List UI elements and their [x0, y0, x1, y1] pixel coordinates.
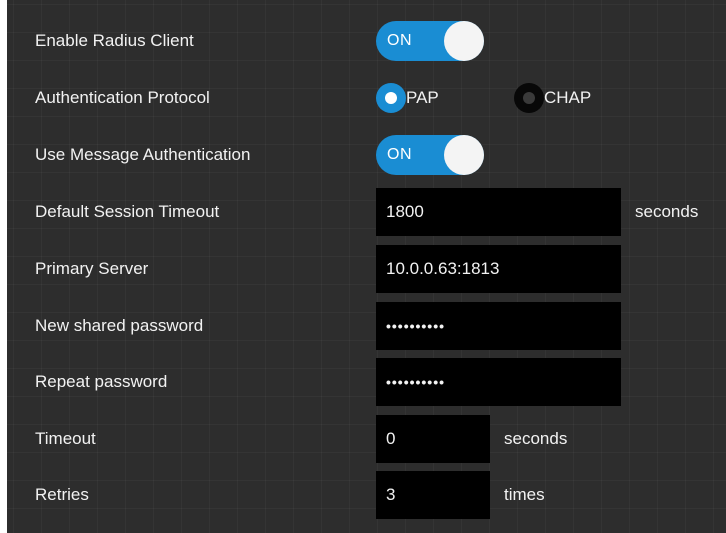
use-message-authentication-label: Use Message Authentication [35, 145, 251, 164]
enable-radius-client-row: Enable Radius Client ON [7, 19, 726, 63]
authentication-protocol-row: Authentication Protocol PAP CHAP [7, 76, 726, 120]
repeat-password-input[interactable] [376, 358, 621, 406]
default-session-timeout-input[interactable] [376, 188, 621, 236]
retries-input[interactable] [376, 471, 490, 519]
toggle-state-text: ON [387, 32, 412, 49]
toggle-state-text: ON [387, 146, 412, 163]
radio-chap-label: CHAP [544, 88, 592, 107]
repeat-password-label: Repeat password [35, 372, 168, 391]
enable-radius-client-toggle[interactable]: ON [376, 21, 484, 61]
timeout-label: Timeout [35, 429, 96, 448]
retries-unit: times [504, 485, 545, 504]
retries-row: Retries times [7, 471, 726, 519]
toggle-knob [444, 135, 484, 175]
new-shared-password-label: New shared password [35, 316, 204, 335]
timeout-row: Timeout seconds [7, 415, 726, 463]
authentication-protocol-label: Authentication Protocol [35, 88, 210, 107]
default-session-timeout-label: Default Session Timeout [35, 202, 220, 221]
primary-server-row: Primary Server [7, 245, 726, 293]
primary-server-label: Primary Server [35, 259, 149, 278]
radio-unselected-icon [514, 83, 544, 113]
repeat-password-row: Repeat password [7, 358, 726, 406]
radio-chap[interactable]: CHAP [514, 83, 614, 113]
radio-pap[interactable]: PAP [376, 83, 466, 113]
primary-server-input[interactable] [376, 245, 621, 293]
radio-pap-label: PAP [406, 88, 439, 107]
radio-selected-icon [376, 83, 406, 113]
timeout-unit: seconds [504, 429, 568, 448]
default-session-timeout-unit: seconds [635, 202, 699, 221]
radius-settings-panel: Enable Radius Client ON Authentication P… [7, 0, 726, 533]
timeout-input[interactable] [376, 415, 490, 463]
use-message-authentication-toggle[interactable]: ON [376, 135, 484, 175]
default-session-timeout-row: Default Session Timeout seconds [7, 188, 726, 236]
retries-label: Retries [35, 485, 89, 504]
new-shared-password-input[interactable] [376, 302, 621, 350]
new-shared-password-row: New shared password [7, 302, 726, 350]
enable-radius-client-label: Enable Radius Client [35, 31, 194, 50]
toggle-knob [444, 21, 484, 61]
use-message-authentication-row: Use Message Authentication ON [7, 133, 726, 177]
